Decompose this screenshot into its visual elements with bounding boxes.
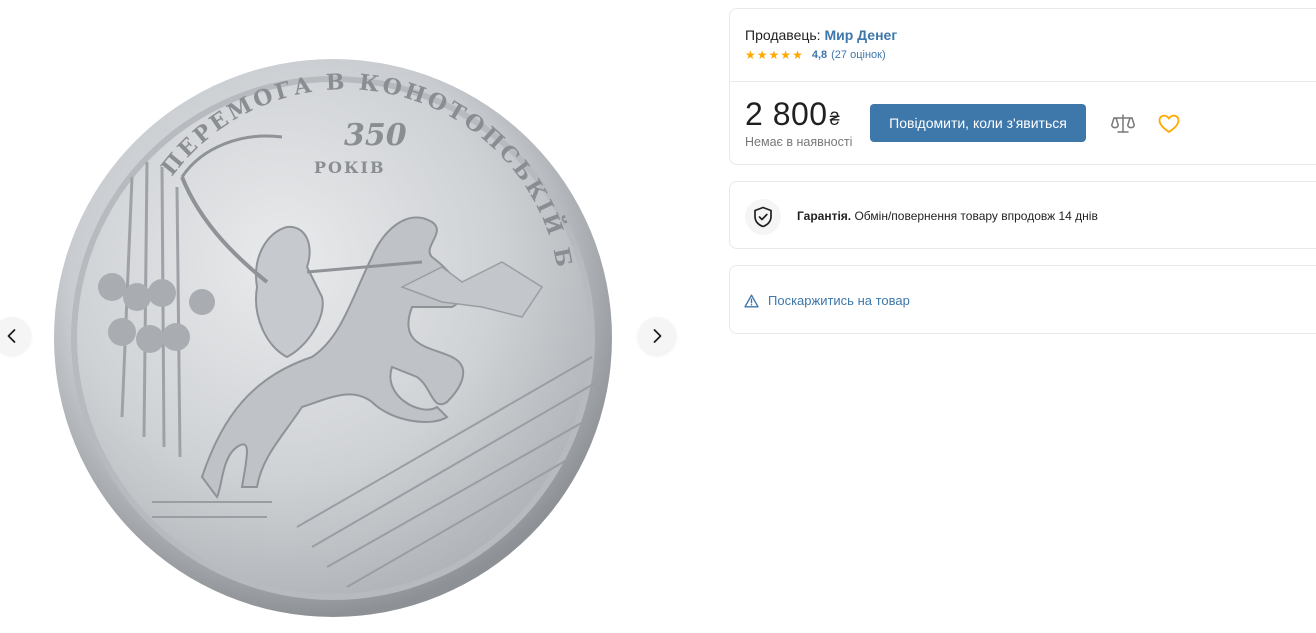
warranty-card: Гарантія. Обмін/повернення товару впродо… [729,181,1316,249]
star-icon: ★ [756,48,768,62]
availability-status: Немає в наявності [745,135,853,149]
rating-stars: ★ ★ ★ ★ ★ [745,49,803,61]
price-currency: ₴ [829,109,841,129]
rating-count: (27 оцінок) [831,49,886,61]
rating-value: 4,8 [811,49,828,61]
product-gallery: ПЕРЕМОГА В КОНОТОПСЬКІЙ БИТВІ 350 РОКІВ [0,0,690,633]
wishlist-button[interactable] [1156,112,1182,136]
seller-row: Продавець: Мир Денег [745,27,897,43]
star-icon: ★ [780,48,792,62]
seller-label: Продавець: [745,27,821,43]
report-card: Поскаржитись на товар [729,265,1316,334]
chevron-left-icon [7,329,16,343]
gallery-prev-button[interactable] [0,317,31,355]
notify-when-available-button[interactable]: Повідомити, коли з'явиться [870,104,1086,142]
star-icon: ★ [792,48,803,62]
seller-price-card: Продавець: Мир Денег ★ ★ ★ ★ ★ 4,8 (27 о… [729,8,1316,165]
seller-rating[interactable]: ★ ★ ★ ★ ★ 4,8 (27 оцінок) [745,49,886,61]
report-product-link[interactable]: Поскаржитись на товар [744,293,910,308]
scales-icon [1111,114,1135,133]
seller-name-link[interactable]: Мир Денег [824,27,897,43]
warning-icon [744,294,759,307]
warranty-icon-wrap [745,199,781,235]
chevron-right-icon [653,329,662,343]
warranty-title: Гарантія. [797,209,852,223]
warranty-text: Гарантія. Обмін/повернення товару впродо… [797,209,1098,223]
product-price: 2 800 ₴ [745,96,840,133]
star-icon: ★ [768,48,780,62]
coin-image: ПЕРЕМОГА В КОНОТОПСЬКІЙ БИТВІ 350 РОКІВ [52,57,612,617]
compare-button[interactable] [1110,112,1136,136]
coin-word: РОКІВ [314,158,386,177]
warranty-description: Обмін/повернення товару впродовж 14 днів [854,209,1098,223]
coin-years: 350 [344,118,407,153]
heart-icon [1158,114,1180,133]
gallery-next-button[interactable] [638,317,676,355]
divider [730,81,1316,82]
shield-check-icon [754,206,772,228]
star-icon: ★ [745,48,756,62]
report-label: Поскаржитись на товар [768,293,910,308]
product-image[interactable]: ПЕРЕМОГА В КОНОТОПСЬКІЙ БИТВІ 350 РОКІВ [52,57,614,619]
price-value: 2 800 [745,96,828,132]
